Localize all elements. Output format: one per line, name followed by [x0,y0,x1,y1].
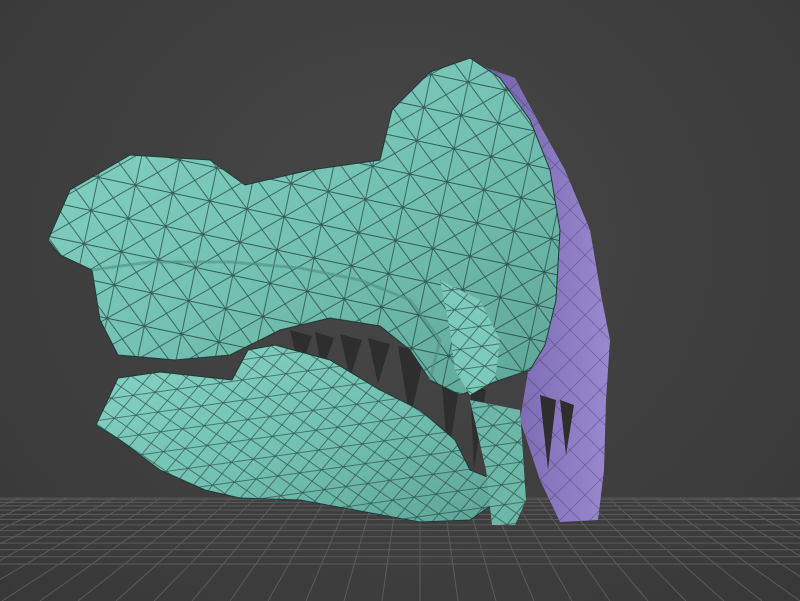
3d-viewport[interactable] [0,0,800,601]
scene-canvas[interactable] [0,0,800,601]
